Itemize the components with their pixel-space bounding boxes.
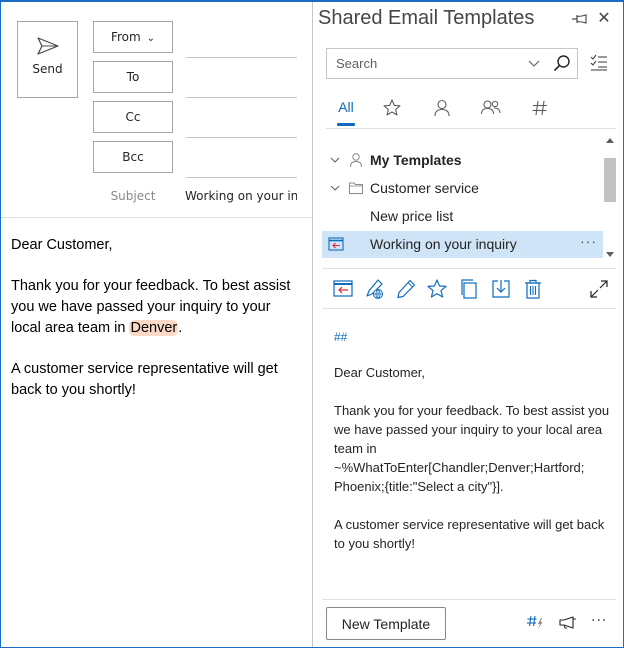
scroll-up-arrow-icon[interactable] (606, 138, 614, 143)
toolbar-divider (322, 308, 616, 309)
from-label: From (110, 30, 141, 44)
tree-label: My Templates (370, 152, 462, 168)
cc-label: Cc (125, 110, 141, 124)
tree-item-working-on-your-inquiry[interactable]: Working on your inquiry ··· (322, 231, 603, 258)
more-options-icon[interactable]: ··· (580, 233, 597, 249)
template-toolbar (322, 276, 616, 304)
template-preview: ## Dear Customer, Thank you for your fee… (334, 328, 614, 572)
footer-divider (322, 599, 616, 600)
compose-divider (1, 217, 312, 218)
from-button[interactable]: From ⌄ (93, 21, 173, 53)
compose-pane: Send From ⌄ To Cc Bcc Subject Working on … (1, 2, 312, 647)
cc-field[interactable] (186, 137, 297, 138)
tree-label: New price list (370, 208, 454, 224)
subject-label: Subject (110, 189, 156, 203)
close-icon[interactable]: ✕ (596, 10, 612, 26)
body-paragraph-1: Thank you for your feedback. To best ass… (11, 276, 301, 339)
copy-icon[interactable] (458, 278, 480, 300)
to-field[interactable] (186, 97, 297, 98)
favorite-icon[interactable] (426, 278, 448, 300)
more-options-icon[interactable]: ··· (591, 613, 607, 629)
bcc-label: Bcc (122, 150, 144, 164)
chevron-down-icon[interactable] (329, 182, 341, 194)
templates-pane: Shared Email Templates ✕ All My Template… (313, 2, 623, 647)
tree-label: Working on your inquiry (370, 236, 517, 252)
search-box (326, 48, 578, 79)
star-icon (383, 99, 401, 116)
to-button[interactable]: To (93, 61, 173, 93)
send-icon (36, 37, 59, 55)
folder-icon (349, 182, 363, 194)
chevron-down-icon: ⌄ (146, 33, 156, 44)
send-button[interactable]: Send (17, 21, 78, 98)
cc-button[interactable]: Cc (93, 101, 173, 133)
insert-template-icon[interactable] (328, 237, 344, 251)
scroll-down-arrow-icon[interactable] (606, 252, 614, 257)
new-template-button[interactable]: New Template (326, 607, 446, 640)
announcement-icon[interactable] (558, 614, 578, 630)
checklist-icon[interactable] (589, 53, 609, 73)
bcc-field[interactable] (186, 177, 297, 178)
person-icon (350, 153, 362, 168)
tab-my-templates[interactable] (431, 92, 453, 128)
highlighted-city[interactable]: Denver (129, 320, 179, 336)
subject-field[interactable]: Working on your inquiry (185, 189, 297, 203)
template-tree: My Templates Customer service New price … (322, 134, 603, 260)
tree-divider (322, 268, 616, 269)
tree-folder-my-templates[interactable]: My Templates (322, 147, 603, 174)
delete-icon[interactable] (522, 278, 544, 300)
hashtag-icon (532, 100, 547, 116)
chevron-down-icon[interactable] (527, 56, 541, 70)
search-input[interactable] (327, 49, 517, 78)
search-icon[interactable] (553, 54, 571, 72)
expand-icon[interactable] (588, 278, 610, 300)
scroll-thumb[interactable] (604, 158, 616, 202)
tree-scrollbar[interactable] (603, 132, 617, 262)
chevron-down-icon[interactable] (329, 154, 341, 166)
move-icon[interactable] (490, 278, 512, 300)
preview-macro-marker: ## (334, 330, 348, 344)
people-icon (480, 100, 501, 115)
body-text: . (178, 320, 183, 336)
preview-paragraph-1: Thank you for your feedback. To best ass… (334, 403, 610, 494)
tree-item-new-price-list[interactable]: New price list (322, 203, 603, 230)
pin-icon[interactable] (571, 11, 587, 27)
tab-macros[interactable] (529, 92, 551, 128)
tabs-divider (326, 128, 616, 129)
to-label: To (126, 70, 140, 84)
tree-label: Customer service (370, 180, 479, 196)
from-field[interactable] (186, 57, 297, 58)
pane-title: Shared Email Templates (318, 7, 535, 29)
tab-favorites[interactable] (381, 92, 403, 128)
tab-all[interactable]: All (334, 92, 358, 128)
body-greeting: Dear Customer, (11, 237, 113, 253)
tab-team-templates[interactable] (479, 92, 503, 128)
insert-icon[interactable] (332, 278, 354, 300)
bcc-button[interactable]: Bcc (93, 141, 173, 173)
person-icon (434, 99, 450, 117)
macros-icon[interactable] (526, 614, 544, 630)
body-paragraph-2: A customer service representative will g… (11, 361, 278, 398)
edit-online-icon[interactable] (363, 278, 385, 300)
tree-folder-customer-service[interactable]: Customer service (322, 175, 603, 202)
preview-paragraph-2: A customer service representative will g… (334, 517, 605, 551)
message-body[interactable]: Dear Customer, Thank you for your feedba… (11, 235, 301, 421)
edit-icon[interactable] (395, 278, 417, 300)
preview-greeting: Dear Customer, (334, 365, 426, 380)
filter-tabs: All (326, 92, 616, 130)
send-label: Send (32, 62, 63, 76)
